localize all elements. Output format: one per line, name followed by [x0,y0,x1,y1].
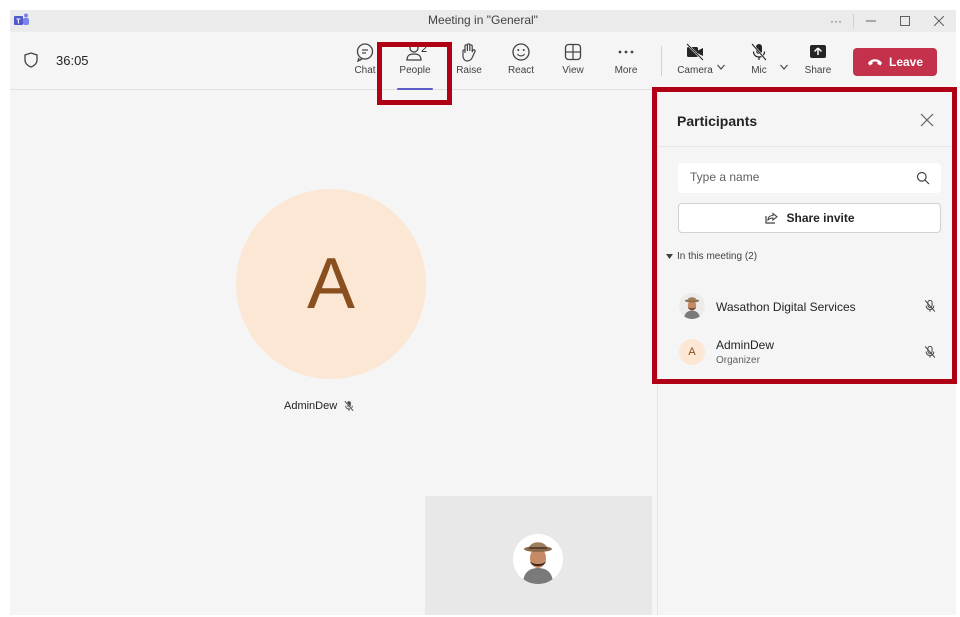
share-invite-icon [765,212,779,224]
more-button[interactable]: More [604,42,648,86]
chat-icon [356,43,374,62]
in-meeting-section-toggle[interactable]: In this meeting (2) [666,251,757,262]
more-label: More [614,65,638,76]
mic-off-icon [924,345,936,358]
participant-avatar-initial: A [679,339,705,365]
mic-off-icon [344,400,354,412]
avatar-initial: A [306,244,356,324]
raise-hand-button[interactable]: Raise [447,42,491,86]
react-smiley-icon [512,43,530,61]
phone-hangup-icon [867,59,882,66]
people-count-badge: 2 [421,43,428,55]
leave-label: Leave [888,55,924,69]
share-button[interactable]: Share [796,42,840,86]
person-avatar-icon [513,534,563,584]
meeting-stage: A AdminDew [10,91,657,615]
maximize-button[interactable] [888,10,922,32]
raise-hand-icon [462,43,476,62]
share-label: Share [804,65,832,76]
leave-button[interactable]: Leave [853,48,937,76]
participant-avatar-photo [679,293,705,319]
panel-header: Participants [658,91,956,147]
close-icon [934,16,944,26]
camera-options-chevron-down-icon[interactable] [716,62,726,72]
mic-label: Mic [751,65,767,76]
camera-button[interactable]: Camera [673,42,717,86]
maximize-icon [900,16,910,26]
chat-button[interactable]: Chat [343,42,387,86]
mic-off-icon [751,43,767,61]
meeting-toolbar: 36:05 Chat 2 People Raise React View Mor… [10,32,956,90]
more-dots-icon [618,50,634,54]
participants-panel: Participants Share invite In this meetin… [657,91,956,615]
participant-search-input[interactable] [690,170,910,184]
people-button[interactable]: 2 People [393,42,437,90]
mic-button[interactable]: Mic [737,42,781,86]
self-video-tile[interactable] [425,496,652,615]
close-button[interactable] [922,10,956,32]
more-options-icon[interactable]: ··· [819,10,853,32]
chat-label: Chat [354,65,376,76]
panel-title: Participants [677,113,758,129]
share-invite-button[interactable]: Share invite [678,203,941,233]
title-bar: T Meeting in "General" ··· [10,10,956,32]
avatar-initial: A [688,346,696,358]
teams-meeting-window: T Meeting in "General" ··· 36:05 Chat 2 … [10,10,956,615]
view-grid-icon [564,43,582,61]
view-button[interactable]: View [551,42,595,86]
participant-name: AdminDew [284,400,338,412]
mic-off-icon [924,299,936,312]
share-screen-icon [810,45,826,58]
caret-down-icon [666,254,673,259]
people-label: People [399,65,431,76]
minimize-icon [866,20,876,22]
camera-label: Camera [677,65,713,76]
minimize-button[interactable] [854,10,888,32]
view-label: View [562,65,584,76]
share-invite-label: Share invite [786,211,855,225]
window-title: Meeting in "General" [428,13,538,27]
participant-search-box [678,163,941,193]
self-avatar-photo [513,534,563,584]
main-participant-name-tag: AdminDew [284,400,355,412]
participant-row[interactable]: A AdminDew Organizer [658,333,956,371]
mic-options-chevron-down-icon[interactable] [779,62,789,72]
participant-role: Organizer [716,355,760,366]
raise-label: Raise [456,65,482,76]
search-icon[interactable] [916,171,930,185]
toolbar-divider [661,46,662,76]
shield-icon [24,52,38,68]
main-participant-avatar[interactable]: A [236,189,426,379]
participant-name: Wasathon Digital Services [716,300,856,314]
person-avatar-icon [684,297,700,319]
react-label: React [507,65,535,76]
close-icon[interactable] [920,113,934,127]
window-controls: ··· [819,10,956,32]
participant-name: AdminDew [716,338,775,352]
participant-row[interactable]: Wasathon Digital Services [658,287,956,325]
section-label: In this meeting (2) [677,251,758,262]
meeting-timer: 36:05 [56,53,89,68]
camera-off-icon [686,43,704,61]
react-button[interactable]: React [499,42,543,86]
